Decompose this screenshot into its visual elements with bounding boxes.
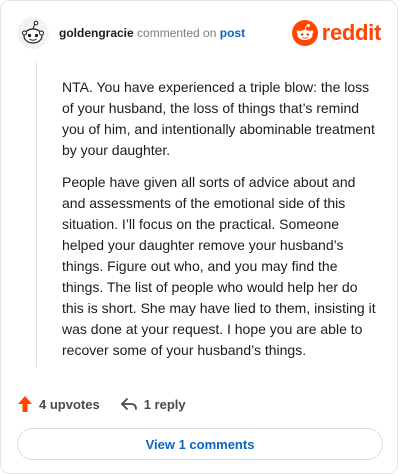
upvote-button[interactable]: 4 upvotes — [17, 395, 100, 413]
avatar[interactable] — [17, 17, 49, 49]
comment-paragraph: NTA. You have experienced a triple blow:… — [62, 79, 375, 158]
comment-meta: goldengracie commented on post — [59, 25, 245, 41]
reply-button[interactable]: 1 reply — [120, 396, 186, 412]
reddit-snoo-icon — [291, 20, 318, 46]
comment-paragraph: People have given all sorts of advice ab… — [62, 174, 376, 358]
username-link[interactable]: goldengracie — [59, 26, 134, 40]
upvotes-label: 4 upvotes — [39, 396, 100, 412]
comment-header: goldengracie commented on post reddit — [17, 15, 381, 51]
snoo-avatar-icon — [22, 20, 44, 44]
comment-card: goldengracie commented on post reddit NT… — [0, 0, 398, 474]
reply-arrow-icon — [120, 398, 137, 410]
reply-label: 1 reply — [143, 396, 186, 412]
comment-actions: 4 upvotes 1 reply — [17, 393, 186, 415]
reddit-logo[interactable]: reddit — [291, 20, 382, 46]
view-comments-button[interactable]: View 1 comments — [17, 428, 383, 460]
post-link[interactable]: post — [220, 26, 245, 40]
comment-body: NTA. You have experienced a triple blow:… — [62, 77, 382, 372]
upvote-arrow-icon — [18, 396, 32, 412]
brand-wordmark: reddit — [321, 20, 382, 45]
action-text: commented on — [137, 26, 217, 40]
thread-line — [36, 61, 37, 367]
